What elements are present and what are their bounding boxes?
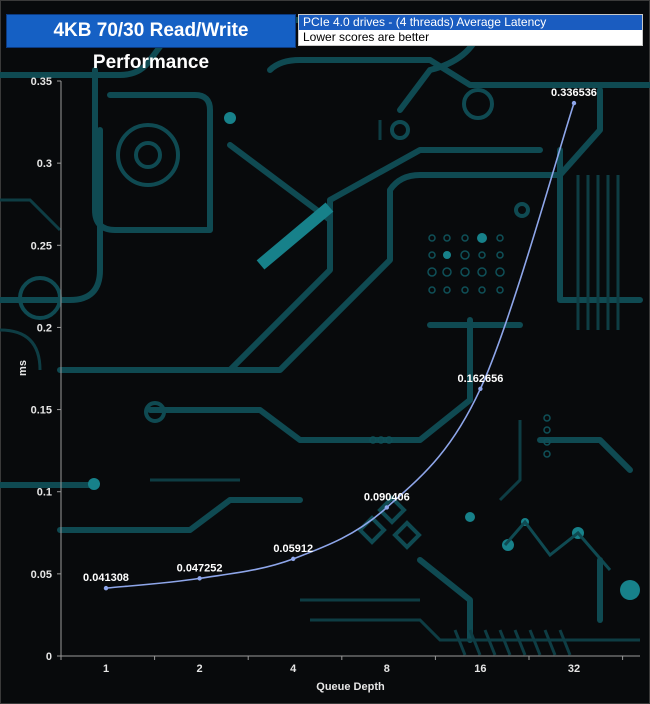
data-label: 0.041308 xyxy=(83,572,129,584)
x-tick-label: 16 xyxy=(474,663,486,675)
axes xyxy=(57,80,640,660)
y-axis-title: ms xyxy=(17,360,29,376)
x-tick-label: 1 xyxy=(103,663,109,675)
y-tick-labels: 0 0.05 0.1 0.15 0.2 0.25 0.3 0.35 xyxy=(31,76,52,663)
x-tick-labels: 1 2 4 8 16 32 xyxy=(103,663,580,675)
data-point xyxy=(571,100,577,106)
y-tick-label: 0.1 xyxy=(37,487,52,499)
data-label: 0.047252 xyxy=(177,562,223,574)
data-label: 0.336536 xyxy=(551,87,597,99)
y-tick-label: 0.3 xyxy=(37,158,52,170)
data-label: 0.162656 xyxy=(457,373,503,385)
data-label: 0.05912 xyxy=(273,543,313,555)
y-tick-label: 0 xyxy=(46,651,52,663)
x-tick-label: 32 xyxy=(568,663,580,675)
series-group xyxy=(103,100,577,591)
data-point xyxy=(197,576,202,581)
y-tick-label: 0.15 xyxy=(31,405,52,417)
y-tick-label: 0.25 xyxy=(31,240,52,252)
data-labels: 0.041308 0.047252 0.05912 0.090406 0.162656 0… xyxy=(83,87,597,584)
y-tick-label: 0.2 xyxy=(37,322,52,334)
x-axis-title: Queue Depth xyxy=(316,681,385,693)
data-point xyxy=(384,505,389,510)
data-label: 0.090406 xyxy=(364,491,410,503)
x-tick-label: 4 xyxy=(290,663,297,675)
line-chart: 0 0.05 0.1 0.15 0.2 0.25 0.3 0.35 1 2 4 8 16 32 0.04… xyxy=(17,76,640,693)
data-point xyxy=(291,556,296,562)
data-point xyxy=(478,386,483,391)
data-point xyxy=(103,585,109,591)
series-line xyxy=(105,102,575,589)
x-tick-label: 8 xyxy=(384,663,390,675)
y-tick-label: 0.35 xyxy=(31,76,52,88)
x-tick-label: 2 xyxy=(197,663,203,675)
y-tick-label: 0.05 xyxy=(31,569,52,581)
